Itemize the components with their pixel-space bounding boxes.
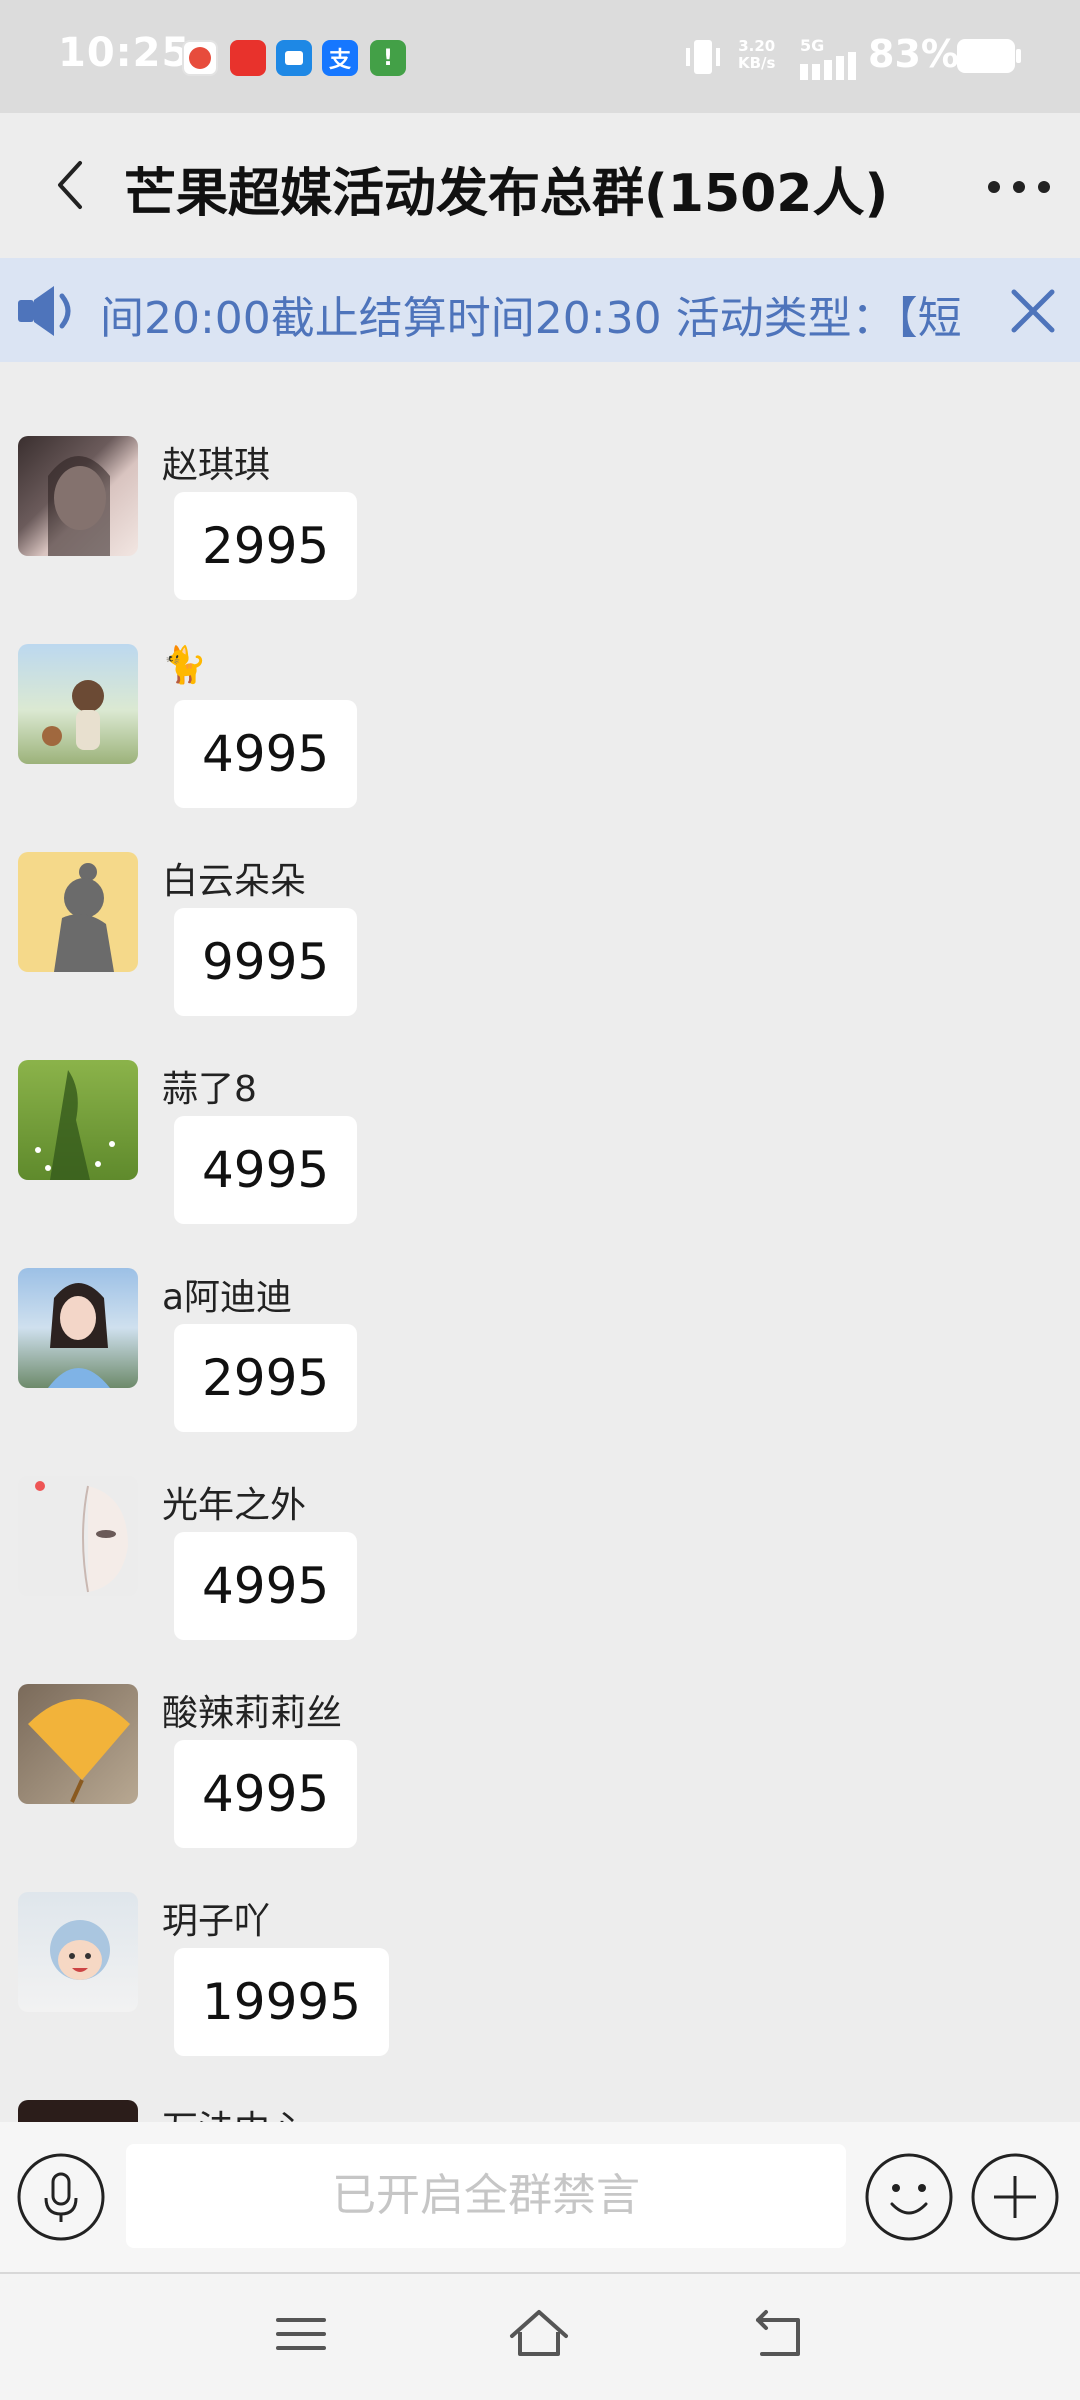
muted-input-field: 已开启全群禁言 <box>126 2144 846 2248</box>
message-bubble[interactable]: 4995 <box>174 1532 358 1640</box>
message-item: 蒜了8 4995 <box>0 1060 1080 1260</box>
chat-header: 芒果超媒活动发布总群(1502人) <box>0 113 1080 258</box>
announcement-text: 间20:00截止结算时间20:30 活动类型：【短 <box>100 293 962 344</box>
message-bubble[interactable]: 2995 <box>174 492 358 600</box>
chevron-left-icon[interactable] <box>44 155 104 215</box>
avatar-portrait-image <box>48 456 110 556</box>
signal-icon <box>800 52 856 80</box>
speaker-icon <box>18 286 71 336</box>
sender-name: 🐈 <box>162 645 207 686</box>
avatar-portrait-image <box>48 1283 110 1388</box>
avatar[interactable] <box>18 1476 138 1596</box>
notification-app-icon <box>230 40 266 76</box>
message-bubble[interactable]: 9995 <box>174 908 358 1016</box>
network-speed: 3.20 KB/s <box>738 37 776 72</box>
message-item: a阿迪迪 2995 <box>0 1268 1080 1468</box>
sender-name: 赵琪琪 <box>162 445 271 486</box>
status-bar: 10:25 支 ! 3.20 KB/s 5G 83% <box>0 0 1080 113</box>
avatar[interactable] <box>18 644 138 764</box>
battery-percent: 83% <box>868 32 959 76</box>
message-bubble[interactable]: 19995 <box>174 1948 390 2056</box>
announcement-marquee: 间20:00截止结算时间20:30 活动类型：【短 <box>100 258 980 362</box>
system-nav-bar <box>0 2272 1080 2400</box>
avatar-baby-image <box>50 1920 110 1980</box>
chat-title: 芒果超媒活动发布总群(1502人) <box>124 164 889 224</box>
more-dots-icon[interactable] <box>984 167 1054 207</box>
alert-app-icon: ! <box>370 40 406 76</box>
avatar[interactable] <box>18 1268 138 1388</box>
sender-name: 蒜了8 <box>162 1069 257 1110</box>
message-item: 白云朵朵 9995 <box>0 852 1080 1052</box>
close-icon[interactable] <box>1006 284 1060 338</box>
avatar[interactable] <box>18 1892 138 2012</box>
message-bubble[interactable]: 4995 <box>174 700 358 808</box>
notification-app-icon <box>182 40 218 76</box>
avatar-meadow-image <box>35 1070 115 1180</box>
microphone-icon[interactable] <box>16 2152 106 2242</box>
plus-icon[interactable] <box>970 2152 1060 2242</box>
message-bubble[interactable]: 4995 <box>174 1116 358 1224</box>
avatar-illustration-image <box>42 680 104 750</box>
announcement-banner[interactable]: 间20:00截止结算时间20:30 活动类型：【短 <box>0 258 1080 362</box>
alipay-icon: 支 <box>322 40 358 76</box>
avatar-drawing-image <box>35 1481 128 1593</box>
avatar[interactable] <box>18 2100 138 2122</box>
avatar[interactable] <box>18 1684 138 1804</box>
sender-name: 万法中心 <box>162 2100 306 2122</box>
notification-app-icon <box>276 40 312 76</box>
battery-icon <box>957 39 1021 73</box>
message-item: 万法中心 <box>0 2100 1080 2122</box>
avatar[interactable] <box>18 1060 138 1180</box>
status-time: 10:25 <box>58 30 191 76</box>
message-item: 光年之外 4995 <box>0 1476 1080 1676</box>
avatar[interactable] <box>18 436 138 556</box>
sender-name: 酸辣莉莉丝 <box>162 1693 343 1734</box>
message-item: 玥子吖 19995 <box>0 1892 1080 2092</box>
message-list[interactable]: 赵琪琪 2995 🐈 4995 白云朵朵 9995 蒜了8 4995 a阿迪迪 … <box>0 362 1080 2122</box>
menu-icon[interactable] <box>266 2304 336 2364</box>
avatar-fan-image <box>28 1699 130 1803</box>
sender-name: a阿迪迪 <box>162 1277 293 1318</box>
sender-name: 光年之外 <box>162 1485 307 1526</box>
home-icon[interactable] <box>504 2304 574 2364</box>
message-item: 🐈 4995 <box>0 644 1080 844</box>
message-item: 酸辣莉莉丝 4995 <box>0 1684 1080 1884</box>
message-bubble[interactable]: 4995 <box>174 1740 358 1848</box>
message-bubble[interactable]: 2995 <box>174 1324 358 1432</box>
sender-name: 白云朵朵 <box>162 861 307 902</box>
input-bar: 已开启全群禁言 <box>0 2122 1080 2272</box>
back-icon[interactable] <box>744 2304 814 2364</box>
message-item: 赵琪琪 2995 <box>0 436 1080 636</box>
vibrate-icon <box>686 40 720 74</box>
emoji-icon[interactable] <box>864 2152 954 2242</box>
sender-name: 玥子吖 <box>162 1901 271 1942</box>
chat-screen: 10:25 支 ! 3.20 KB/s 5G 83% 芒果超媒活动发布总群(15… <box>0 0 1080 2400</box>
avatar[interactable] <box>18 852 138 972</box>
avatar-silhouette-image <box>54 863 114 972</box>
